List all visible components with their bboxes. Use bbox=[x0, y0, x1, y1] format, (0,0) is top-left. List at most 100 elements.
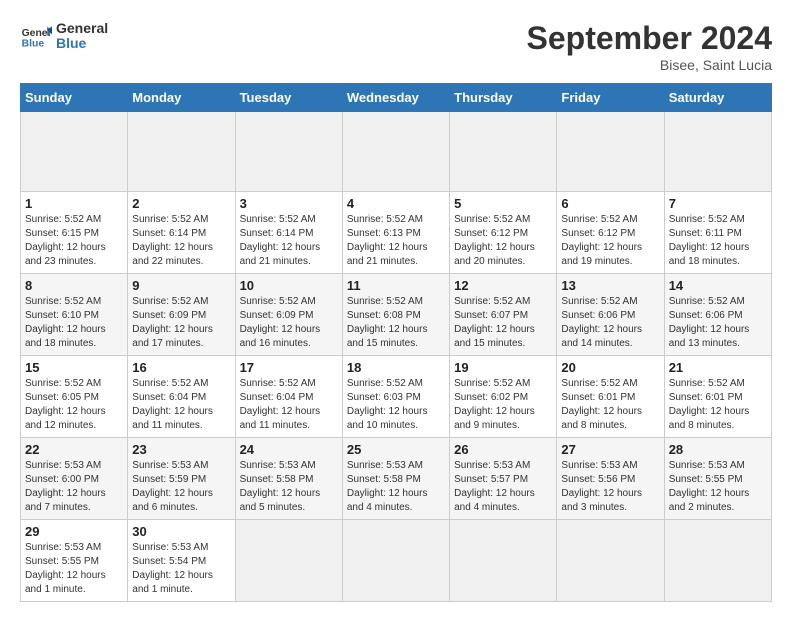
day-number: 11 bbox=[347, 278, 445, 293]
day-info: Sunrise: 5:52 AM Sunset: 6:01 PM Dayligh… bbox=[669, 377, 767, 433]
day-info: Sunrise: 5:52 AM Sunset: 6:06 PM Dayligh… bbox=[669, 295, 767, 351]
page-header: General Blue General Blue September 2024… bbox=[20, 20, 772, 73]
calendar-cell: 11 Sunrise: 5:52 AM Sunset: 6:08 PM Dayli… bbox=[342, 274, 449, 356]
day-info: Sunrise: 5:53 AM Sunset: 5:58 PM Dayligh… bbox=[347, 459, 445, 515]
day-info: Sunrise: 5:52 AM Sunset: 6:14 PM Dayligh… bbox=[240, 213, 338, 269]
weekday-header-row: SundayMondayTuesdayWednesdayThursdayFrid… bbox=[21, 84, 772, 112]
calendar-cell: 12 Sunrise: 5:52 AM Sunset: 6:07 PM Dayli… bbox=[450, 274, 557, 356]
day-info: Sunrise: 5:52 AM Sunset: 6:03 PM Dayligh… bbox=[347, 377, 445, 433]
calendar-cell bbox=[342, 520, 449, 602]
calendar-cell: 6Sunrise: 5:52 AM Sunset: 6:12 PM Daylig… bbox=[557, 192, 664, 274]
calendar-cell: 3 Sunrise: 5:52 AM Sunset: 6:14 PM Daylig… bbox=[235, 192, 342, 274]
day-info: Sunrise: 5:53 AM Sunset: 5:56 PM Dayligh… bbox=[561, 459, 659, 515]
day-number: 21 bbox=[669, 360, 767, 375]
weekday-header-wednesday: Wednesday bbox=[342, 84, 449, 112]
day-number: 15 bbox=[25, 360, 123, 375]
day-info: Sunrise: 5:52 AM Sunset: 6:08 PM Dayligh… bbox=[347, 295, 445, 351]
day-number: 29 bbox=[25, 524, 123, 539]
calendar-cell bbox=[235, 520, 342, 602]
calendar-cell: 9Sunrise: 5:52 AM Sunset: 6:09 PM Daylig… bbox=[128, 274, 235, 356]
day-number: 22 bbox=[25, 442, 123, 457]
day-info: Sunrise: 5:52 AM Sunset: 6:13 PM Dayligh… bbox=[347, 213, 445, 269]
day-info: Sunrise: 5:52 AM Sunset: 6:07 PM Dayligh… bbox=[454, 295, 552, 351]
day-number: 24 bbox=[240, 442, 338, 457]
day-number: 8 bbox=[25, 278, 123, 293]
calendar-cell: 27 Sunrise: 5:53 AM Sunset: 5:56 PM Dayli… bbox=[557, 438, 664, 520]
calendar-cell: 2 Sunrise: 5:52 AM Sunset: 6:14 PM Daylig… bbox=[128, 192, 235, 274]
calendar-cell: 1Sunrise: 5:52 AM Sunset: 6:15 PM Daylig… bbox=[21, 192, 128, 274]
calendar-cell bbox=[450, 520, 557, 602]
calendar-cell: 19Sunrise: 5:52 AM Sunset: 6:02 PM Dayli… bbox=[450, 356, 557, 438]
day-number: 9 bbox=[132, 278, 230, 293]
day-info: Sunrise: 5:52 AM Sunset: 6:04 PM Dayligh… bbox=[132, 377, 230, 433]
day-info: Sunrise: 5:52 AM Sunset: 6:05 PM Dayligh… bbox=[25, 377, 123, 433]
calendar-cell bbox=[21, 112, 128, 192]
calendar-cell: 21 Sunrise: 5:52 AM Sunset: 6:01 PM Dayli… bbox=[664, 356, 771, 438]
calendar-cell: 15 Sunrise: 5:52 AM Sunset: 6:05 PM Dayli… bbox=[21, 356, 128, 438]
logo-general: General bbox=[56, 21, 108, 36]
day-info: Sunrise: 5:52 AM Sunset: 6:12 PM Dayligh… bbox=[561, 213, 659, 269]
weekday-header-sunday: Sunday bbox=[21, 84, 128, 112]
logo-blue: Blue bbox=[56, 36, 108, 51]
calendar-cell bbox=[664, 112, 771, 192]
day-number: 30 bbox=[132, 524, 230, 539]
location-title: Bisee, Saint Lucia bbox=[527, 57, 772, 73]
calendar-cell bbox=[557, 520, 664, 602]
calendar-cell: 22 Sunrise: 5:53 AM Sunset: 6:00 PM Dayli… bbox=[21, 438, 128, 520]
day-number: 7 bbox=[669, 196, 767, 211]
day-number: 4 bbox=[347, 196, 445, 211]
logo: General Blue General Blue bbox=[20, 20, 108, 52]
day-info: Sunrise: 5:52 AM Sunset: 6:01 PM Dayligh… bbox=[561, 377, 659, 433]
weekday-header-saturday: Saturday bbox=[664, 84, 771, 112]
day-number: 2 bbox=[132, 196, 230, 211]
calendar-cell: 18 Sunrise: 5:52 AM Sunset: 6:03 PM Dayli… bbox=[342, 356, 449, 438]
calendar-cell: 14 Sunrise: 5:52 AM Sunset: 6:06 PM Dayli… bbox=[664, 274, 771, 356]
day-number: 27 bbox=[561, 442, 659, 457]
calendar-cell: 8 Sunrise: 5:52 AM Sunset: 6:10 PM Daylig… bbox=[21, 274, 128, 356]
day-info: Sunrise: 5:52 AM Sunset: 6:09 PM Dayligh… bbox=[240, 295, 338, 351]
calendar-cell: 24 Sunrise: 5:53 AM Sunset: 5:58 PM Dayli… bbox=[235, 438, 342, 520]
calendar-cell bbox=[342, 112, 449, 192]
calendar-cell bbox=[128, 112, 235, 192]
day-number: 25 bbox=[347, 442, 445, 457]
calendar-cell: 17 Sunrise: 5:52 AM Sunset: 6:04 PM Dayli… bbox=[235, 356, 342, 438]
day-info: Sunrise: 5:53 AM Sunset: 6:00 PM Dayligh… bbox=[25, 459, 123, 515]
day-info: Sunrise: 5:53 AM Sunset: 5:55 PM Dayligh… bbox=[25, 541, 123, 597]
day-number: 26 bbox=[454, 442, 552, 457]
calendar-week-2: 8 Sunrise: 5:52 AM Sunset: 6:10 PM Daylig… bbox=[21, 274, 772, 356]
calendar-cell: 16 Sunrise: 5:52 AM Sunset: 6:04 PM Dayli… bbox=[128, 356, 235, 438]
day-number: 14 bbox=[669, 278, 767, 293]
calendar-week-5: 29 Sunrise: 5:53 AM Sunset: 5:55 PM Dayli… bbox=[21, 520, 772, 602]
calendar-cell: 13Sunrise: 5:52 AM Sunset: 6:06 PM Dayli… bbox=[557, 274, 664, 356]
day-info: Sunrise: 5:52 AM Sunset: 6:11 PM Dayligh… bbox=[669, 213, 767, 269]
day-info: Sunrise: 5:52 AM Sunset: 6:02 PM Dayligh… bbox=[454, 377, 552, 433]
calendar-cell: 5Sunrise: 5:52 AM Sunset: 6:12 PM Daylig… bbox=[450, 192, 557, 274]
day-info: Sunrise: 5:52 AM Sunset: 6:10 PM Dayligh… bbox=[25, 295, 123, 351]
day-number: 17 bbox=[240, 360, 338, 375]
calendar-cell: 23Sunrise: 5:53 AM Sunset: 5:59 PM Dayli… bbox=[128, 438, 235, 520]
calendar-week-3: 15 Sunrise: 5:52 AM Sunset: 6:05 PM Dayli… bbox=[21, 356, 772, 438]
day-number: 10 bbox=[240, 278, 338, 293]
calendar-cell bbox=[664, 520, 771, 602]
calendar-week-4: 22 Sunrise: 5:53 AM Sunset: 6:00 PM Dayli… bbox=[21, 438, 772, 520]
calendar-cell: 25 Sunrise: 5:53 AM Sunset: 5:58 PM Dayli… bbox=[342, 438, 449, 520]
calendar-cell: 29 Sunrise: 5:53 AM Sunset: 5:55 PM Dayli… bbox=[21, 520, 128, 602]
day-number: 3 bbox=[240, 196, 338, 211]
day-info: Sunrise: 5:53 AM Sunset: 5:58 PM Dayligh… bbox=[240, 459, 338, 515]
day-number: 20 bbox=[561, 360, 659, 375]
calendar-week-1: 1Sunrise: 5:52 AM Sunset: 6:15 PM Daylig… bbox=[21, 192, 772, 274]
day-info: Sunrise: 5:53 AM Sunset: 5:57 PM Dayligh… bbox=[454, 459, 552, 515]
day-number: 16 bbox=[132, 360, 230, 375]
calendar-cell: 30Sunrise: 5:53 AM Sunset: 5:54 PM Dayli… bbox=[128, 520, 235, 602]
day-number: 23 bbox=[132, 442, 230, 457]
calendar-cell: 10 Sunrise: 5:52 AM Sunset: 6:09 PM Dayli… bbox=[235, 274, 342, 356]
month-title: September 2024 bbox=[527, 20, 772, 57]
day-number: 18 bbox=[347, 360, 445, 375]
day-info: Sunrise: 5:52 AM Sunset: 6:06 PM Dayligh… bbox=[561, 295, 659, 351]
day-info: Sunrise: 5:52 AM Sunset: 6:14 PM Dayligh… bbox=[132, 213, 230, 269]
day-info: Sunrise: 5:52 AM Sunset: 6:04 PM Dayligh… bbox=[240, 377, 338, 433]
calendar-cell bbox=[450, 112, 557, 192]
day-number: 12 bbox=[454, 278, 552, 293]
title-area: September 2024 Bisee, Saint Lucia bbox=[527, 20, 772, 73]
day-number: 1 bbox=[25, 196, 123, 211]
